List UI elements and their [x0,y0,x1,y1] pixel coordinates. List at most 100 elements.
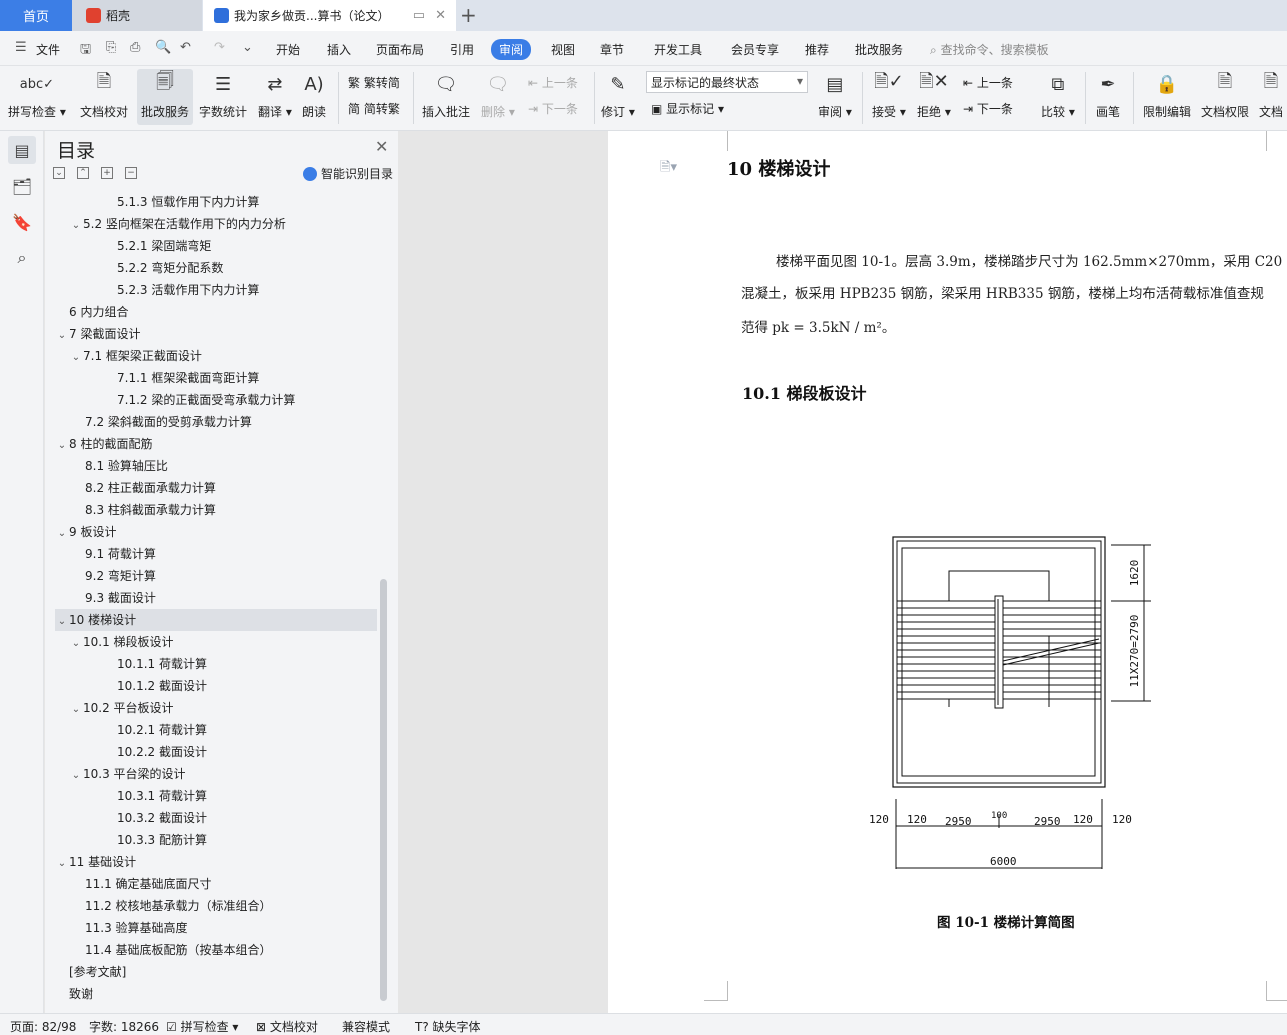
review-service-button[interactable]: 🗐 批改服务 [137,69,193,125]
toc-item[interactable]: 9.2 弯矩计算 [55,565,377,587]
toc-item[interactable]: 8.1 验算轴压比 [55,455,377,477]
toc-item[interactable]: 致谢 [55,983,377,1005]
pen-button[interactable]: ✒ 画笔 [1096,69,1120,125]
hamburger-icon[interactable]: ☰ [15,40,27,55]
collapse-all-icon[interactable]: ⌄ [53,167,65,179]
reject-button[interactable]: 🗎✕ 拒绝 ▾ [917,69,951,125]
menu-view[interactable]: 视图 [551,41,575,58]
word-count-button[interactable]: ☰ 字数统计 [199,69,247,125]
restrict-edit-button[interactable]: 🔒 限制编辑 [1143,69,1191,125]
show-markup-button[interactable]: ▣ 显示标记 ▾ [651,100,724,117]
toc-item[interactable]: ⌄ 9 板设计 [55,521,377,543]
bookmark-icon[interactable]: 🔖 [8,208,36,236]
prev-change-button[interactable]: ⇤ 上一条 [963,74,1013,91]
toc-item[interactable]: 10.2.2 截面设计 [55,741,377,763]
accept-button[interactable]: 🗎✓ 接受 ▾ [872,69,906,125]
status-proofread[interactable]: ⊠ 文档校对 [256,1018,318,1035]
tab-daoke[interactable]: 稻壳 [72,0,202,31]
trad-to-simp-button[interactable]: 繁 繁转简 [348,74,400,91]
remove-heading-icon[interactable]: − [125,167,137,179]
paragraph-menu-icon[interactable]: 🗎▾ [660,158,677,180]
toc-item[interactable]: 10.3.2 截面设计 [55,807,377,829]
toc-item[interactable]: 8.3 柱斜截面承载力计算 [55,499,377,521]
toc-item[interactable]: ⌄ 10.2 平台板设计 [55,697,377,719]
new-tab-icon[interactable]: + [460,3,477,27]
expand-up-icon[interactable]: ⌃ [77,167,89,179]
menu-devtools[interactable]: 开发工具 [654,41,702,58]
toc-item[interactable]: 9.1 荷载计算 [55,543,377,565]
toc-item[interactable]: 5.1.3 恒载作用下内力计算 [55,191,377,213]
menu-start[interactable]: 开始 [276,41,300,58]
toc-item[interactable]: 10.1.2 截面设计 [55,675,377,697]
toc-item[interactable]: ⌄ 11 基础设计 [55,851,377,873]
chevron-down-icon[interactable]: ⌄ [69,699,83,721]
toc-item[interactable]: 5.2.2 弯矩分配系数 [55,257,377,279]
status-spellcheck[interactable]: ☑ 拼写检查 ▾ [166,1018,238,1035]
toc-item[interactable]: 11.4 基础底板配筋（按基本组合） [55,939,377,961]
toc-item[interactable]: 8.2 柱正截面承载力计算 [55,477,377,499]
insert-comment-button[interactable]: 🗨 插入批注 [422,69,470,125]
undo-icon[interactable]: ↶ [180,40,191,55]
save-icon[interactable]: 🖫 [80,40,91,62]
toc-item[interactable]: ⌄ 5.2 竖向框架在活载作用下的内力分析 [55,213,377,235]
tab-window-icon[interactable]: ▭ [413,8,425,23]
toc-item[interactable]: 11.3 验算基础高度 [55,917,377,939]
page-indicator[interactable]: 页面: 82/98 [10,1018,76,1035]
menu-review-service[interactable]: 批改服务 [855,41,903,58]
command-search[interactable]: ⌕ 查找命令、搜索模板 [930,41,1049,58]
toc-item[interactable]: ⌄ 7 梁截面设计 [55,323,377,345]
spellcheck-button[interactable]: abc✓ 拼写检查 ▾ [8,69,66,125]
toc-item[interactable]: 7.1.1 框架梁截面弯距计算 [55,367,377,389]
chevron-down-icon[interactable]: ⌄ [55,853,69,875]
quick-access-dropdown-icon[interactable]: ⌄ [242,40,253,55]
tab-document[interactable]: 我为家乡做贡...算书（论文） ▭ ✕ [203,0,456,31]
export-pdf-icon[interactable]: ⎘ [106,40,116,55]
menu-chapter[interactable]: 章节 [600,41,624,58]
compare-button[interactable]: ⧉ 比较 ▾ [1041,69,1075,125]
toc-item[interactable]: ⌄ 10.3 平台梁的设计 [55,763,377,785]
toc-item[interactable]: 10.3.3 配筋计算 [55,829,377,851]
print-icon[interactable]: ⎙ [130,40,140,55]
menu-member[interactable]: 会员专享 [731,41,779,58]
document-page[interactable]: 🗎▾ 10 楼梯设计 楼梯平面见图 10-1。层高 3.9m，楼梯踏步尺寸为 1… [608,131,1287,1013]
menu-insert[interactable]: 插入 [327,41,351,58]
toc-item[interactable]: 10.3.1 荷载计算 [55,785,377,807]
review-pane-button[interactable]: ▤ 审阅 ▾ [818,69,852,125]
revise-button[interactable]: ✎ 修订 ▾ [601,69,635,125]
markup-state-select[interactable]: 显示标记的最终状态 ▾ [646,71,808,93]
chevron-down-icon[interactable]: ⌄ [55,325,69,347]
smart-toc-button[interactable]: 智能识别目录 [303,165,393,182]
doc-more-button[interactable]: 🗎 文档 [1259,69,1283,125]
simp-to-trad-button[interactable]: 简 简转繁 [348,100,400,117]
menu-recommend[interactable]: 推荐 [805,41,829,58]
chevron-down-icon[interactable]: ⌄ [69,633,83,655]
chevron-down-icon[interactable]: ⌄ [55,435,69,457]
word-count-indicator[interactable]: 字数: 18266 [89,1018,159,1035]
prev-comment-button[interactable]: ⇤ 上一条 [528,74,578,91]
toc-item[interactable]: ⌄ 10 楼梯设计 [55,609,377,631]
toc-item[interactable]: [参考文献] [55,961,377,983]
doc-permission-button[interactable]: 🗎 文档权限 [1201,69,1249,125]
translate-button[interactable]: ⇄ 翻译 ▾ [258,69,292,125]
doc-check-button[interactable]: 🗎 文档校对 [80,69,128,125]
read-aloud-button[interactable]: A) 朗读 [302,69,326,125]
toc-item[interactable]: 11.1 确定基础底面尺寸 [55,873,377,895]
toc-item[interactable]: 11.2 校核地基承载力（标准组合） [55,895,377,917]
chapter-nav-icon[interactable]: 🗂 [8,172,36,200]
redo-icon[interactable]: ↷ [214,40,225,55]
close-icon[interactable]: ✕ [375,137,388,156]
chevron-down-icon[interactable]: ⌄ [69,347,83,369]
chevron-down-icon[interactable]: ⌄ [69,215,83,237]
tab-home[interactable]: 首页 [0,0,72,31]
toc-item[interactable]: 6 内力组合 [55,301,377,323]
toc-item[interactable]: 10.1.1 荷载计算 [55,653,377,675]
menu-review[interactable]: 审阅 [491,39,532,60]
next-comment-button[interactable]: ⇥ 下一条 [528,100,578,117]
menu-reference[interactable]: 引用 [450,41,474,58]
menu-file[interactable]: 文件 [36,41,60,58]
toc-item[interactable]: ⌄ 10.1 梯段板设计 [55,631,377,653]
tab-close-icon[interactable]: ✕ [435,8,446,23]
chevron-down-icon[interactable]: ⌄ [69,765,83,787]
print-preview-icon[interactable]: 🔍 [155,40,171,55]
chevron-down-icon[interactable]: ⌄ [55,523,69,545]
